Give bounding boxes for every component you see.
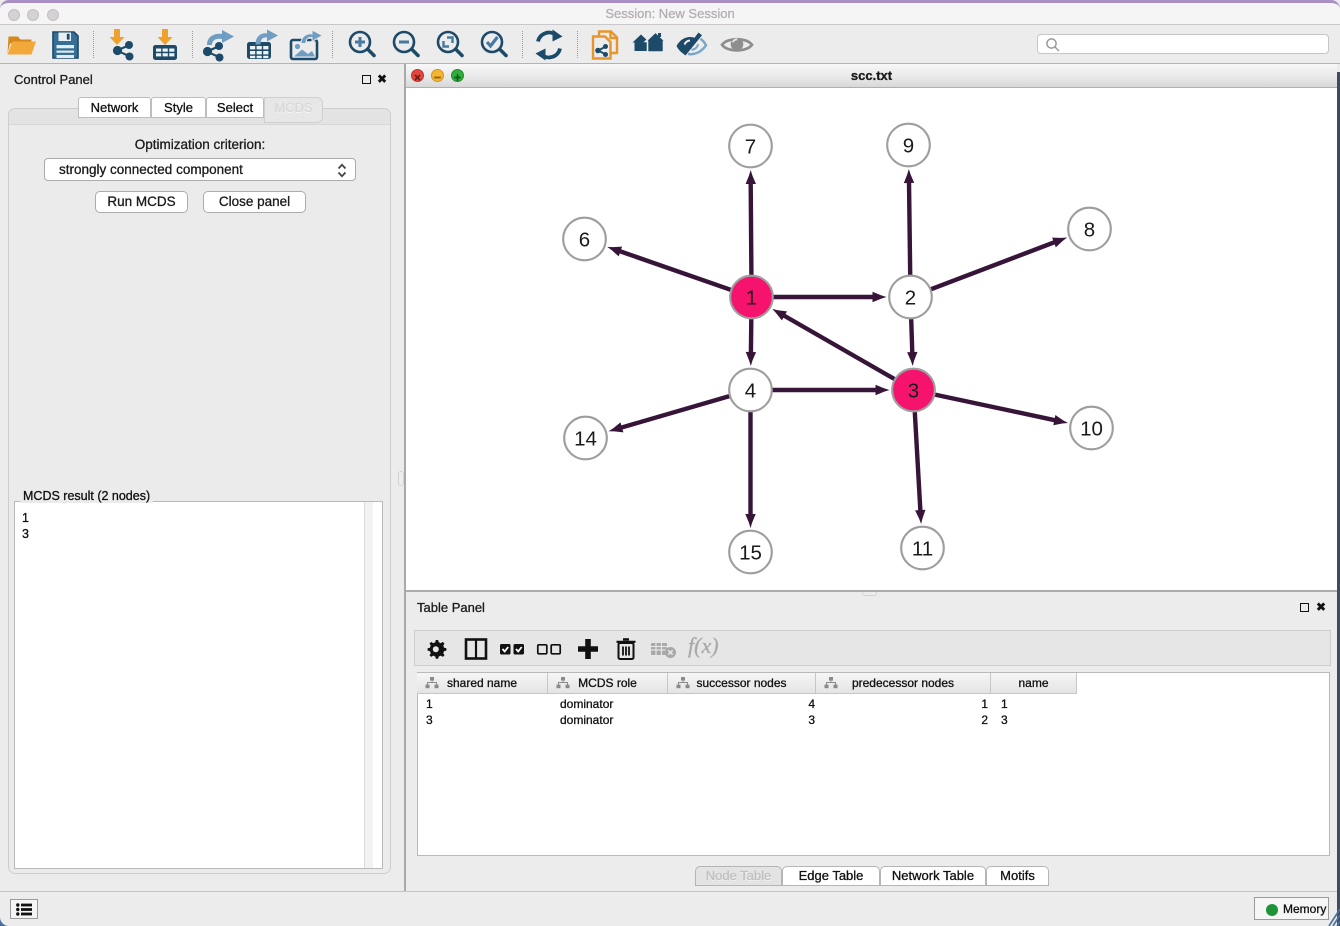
svg-text:14: 14 bbox=[574, 427, 597, 450]
svg-text:3: 3 bbox=[908, 379, 919, 402]
svg-text:15: 15 bbox=[739, 541, 762, 564]
svg-text:10: 10 bbox=[1080, 417, 1103, 440]
svg-text:2: 2 bbox=[905, 286, 916, 309]
svg-text:9: 9 bbox=[903, 134, 914, 157]
svg-text:1: 1 bbox=[746, 286, 757, 309]
svg-text:6: 6 bbox=[579, 228, 590, 251]
svg-text:8: 8 bbox=[1084, 218, 1095, 241]
svg-text:4: 4 bbox=[745, 379, 756, 402]
svg-text:7: 7 bbox=[745, 135, 756, 158]
svg-text:11: 11 bbox=[912, 537, 933, 560]
